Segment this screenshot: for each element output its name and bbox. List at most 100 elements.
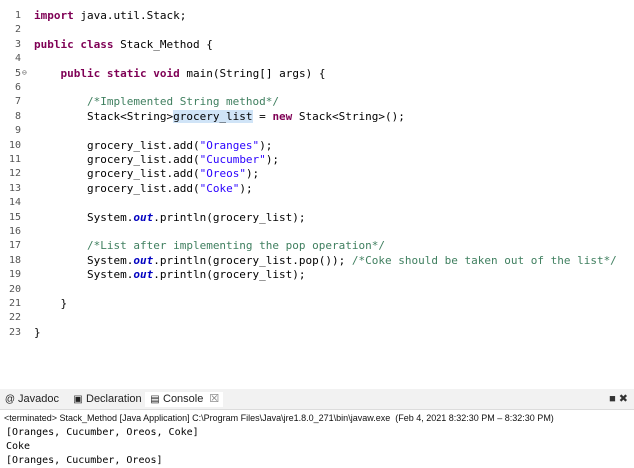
code-text: } — [34, 297, 67, 311]
code-token: } — [34, 325, 41, 339]
console-controls-icon[interactable]: ■ ✖ — [609, 392, 628, 405]
code-editor[interactable]: 1 import java.util.Stack; 2 3 public class S… — [0, 0, 634, 385]
code-token: "Coke" — [199, 181, 240, 195]
code-token: Stack<String>(); — [292, 109, 405, 123]
code-token: .println(grocery_list); — [153, 268, 306, 282]
code-token: /*List after implementing the pop operat… — [86, 239, 385, 253]
javadoc-icon: @ — [4, 394, 16, 405]
console-output: [Oranges, Cucumber, Oreos, Coke] Coke [Ora… — [6, 426, 199, 468]
console-output-line: [Oranges, Cucumber, Oreos] — [6, 455, 163, 466]
code-token: Stack<String> — [34, 109, 174, 123]
code-token: = — [252, 109, 273, 123]
code-token: "Oranges" — [199, 138, 260, 152]
close-console-icon[interactable]: ☒ — [209, 393, 219, 405]
tab-console[interactable]: ▤ Console ☒ — [145, 392, 224, 407]
code-token: new — [272, 109, 293, 123]
code-token: /*Coke should be taken out of the list*/ — [351, 253, 617, 267]
line-number: 3 — [14, 38, 21, 50]
code-token: public — [60, 66, 101, 80]
code-token: out — [133, 210, 154, 224]
line-number: 17 — [8, 240, 21, 252]
tab-javadoc[interactable]: @ Javadoc — [4, 392, 59, 407]
code-token: ); — [245, 167, 260, 181]
code-text: grocery_list.add("Oranges"); — [34, 139, 272, 153]
code-token: "Cucumber" — [199, 153, 266, 166]
line-number: 8 — [14, 110, 21, 122]
code-text: grocery_list.add("Coke"); — [34, 182, 253, 196]
code-text: /*List after implementing the pop operat… — [34, 239, 385, 253]
line-number: 23 — [8, 326, 21, 338]
code-text: System.out.println(grocery_list); — [34, 268, 306, 282]
line-number: 4 — [14, 53, 21, 65]
tab-console-label: Console — [163, 393, 204, 405]
code-token: grocery_list.add( — [34, 153, 200, 166]
line-number: 2 — [14, 24, 21, 36]
code-token: grocery_list.add( — [34, 167, 200, 181]
code-token: out — [133, 253, 154, 267]
code-text: public class Stack_Method { — [34, 38, 213, 52]
code-token: System. — [34, 268, 134, 282]
line-number: 11 — [8, 154, 21, 165]
code-token: grocery_list — [173, 109, 253, 123]
code-token: } — [34, 297, 68, 310]
code-token: ); — [265, 153, 280, 166]
code-token: public — [34, 37, 74, 51]
code-text: /*Implemented String method*/ — [34, 95, 279, 109]
line-number: 13 — [8, 182, 21, 194]
code-text: grocery_list.add("Cucumber"); — [34, 153, 279, 167]
line-number: 12 — [8, 168, 21, 180]
tab-declaration[interactable]: ▣ Declaration — [72, 392, 142, 407]
code-token: import — [34, 9, 74, 22]
line-number: 9 — [14, 125, 21, 137]
code-token: void — [153, 66, 180, 80]
code-token: static — [106, 66, 147, 80]
code-text: Stack<String>grocery_list = new Stack<St… — [34, 109, 405, 124]
line-number: 20 — [8, 283, 21, 295]
code-token: Stack_Method { — [113, 37, 213, 51]
code-token: ); — [259, 138, 273, 152]
code-token: System. — [34, 253, 134, 267]
declaration-icon: ▣ — [73, 394, 83, 405]
fold-toggle-icon[interactable]: ⊖ — [22, 68, 32, 78]
tab-declaration-label: Declaration — [86, 393, 142, 405]
line-number: 18 — [8, 254, 21, 266]
line-number: 7 — [14, 96, 21, 108]
line-number: 22 — [8, 312, 21, 324]
code-token: "Oreos" — [199, 167, 246, 181]
line-number: 15 — [8, 211, 21, 223]
code-token: main(String[] args) { — [179, 66, 326, 80]
line-number: 19 — [8, 269, 21, 281]
code-text: System.out.println(grocery_list); — [34, 211, 306, 225]
code-token: System. — [34, 210, 134, 224]
tab-javadoc-label: Javadoc — [18, 393, 59, 405]
console-output-line: Coke — [6, 441, 31, 452]
line-number: 6 — [14, 82, 21, 93]
code-token: grocery_list.add( — [34, 138, 200, 152]
code-token: .println(grocery_list.pop()); — [153, 253, 352, 267]
views-tab-bar: @ Javadoc ▣ Declaration ▤ Console ☒ ■ ✖ — [0, 389, 634, 410]
line-number: 21 — [8, 298, 21, 309]
line-number: 10 — [8, 139, 21, 151]
console-output-line: [Oranges, Cucumber, Oreos, Coke] — [6, 427, 199, 438]
console-icon: ▤ — [150, 394, 160, 405]
code-text: System.out.println(grocery_list.pop()); … — [34, 254, 617, 268]
line-number: 14 — [8, 197, 21, 209]
code-text: grocery_list.add("Oreos"); — [34, 167, 259, 181]
code-text: } — [34, 326, 41, 340]
code-token: class — [80, 37, 114, 51]
line-number: 5 — [14, 67, 21, 79]
line-number: 1 — [14, 10, 21, 21]
code-token: .println(grocery_list); — [153, 210, 306, 224]
code-token: java.util.Stack; — [73, 9, 187, 22]
console-status: <terminated> Stack_Method [Java Applicat… — [4, 413, 554, 423]
code-token: grocery_list.add( — [34, 181, 200, 195]
code-token: ); — [239, 181, 253, 195]
bottom-views-panel: @ Javadoc ▣ Declaration ▤ Console ☒ ■ ✖ <te… — [0, 385, 634, 467]
line-number: 16 — [8, 226, 21, 237]
code-text: import java.util.Stack; — [34, 9, 186, 23]
code-text: public static void main(String[] args) { — [34, 66, 326, 81]
